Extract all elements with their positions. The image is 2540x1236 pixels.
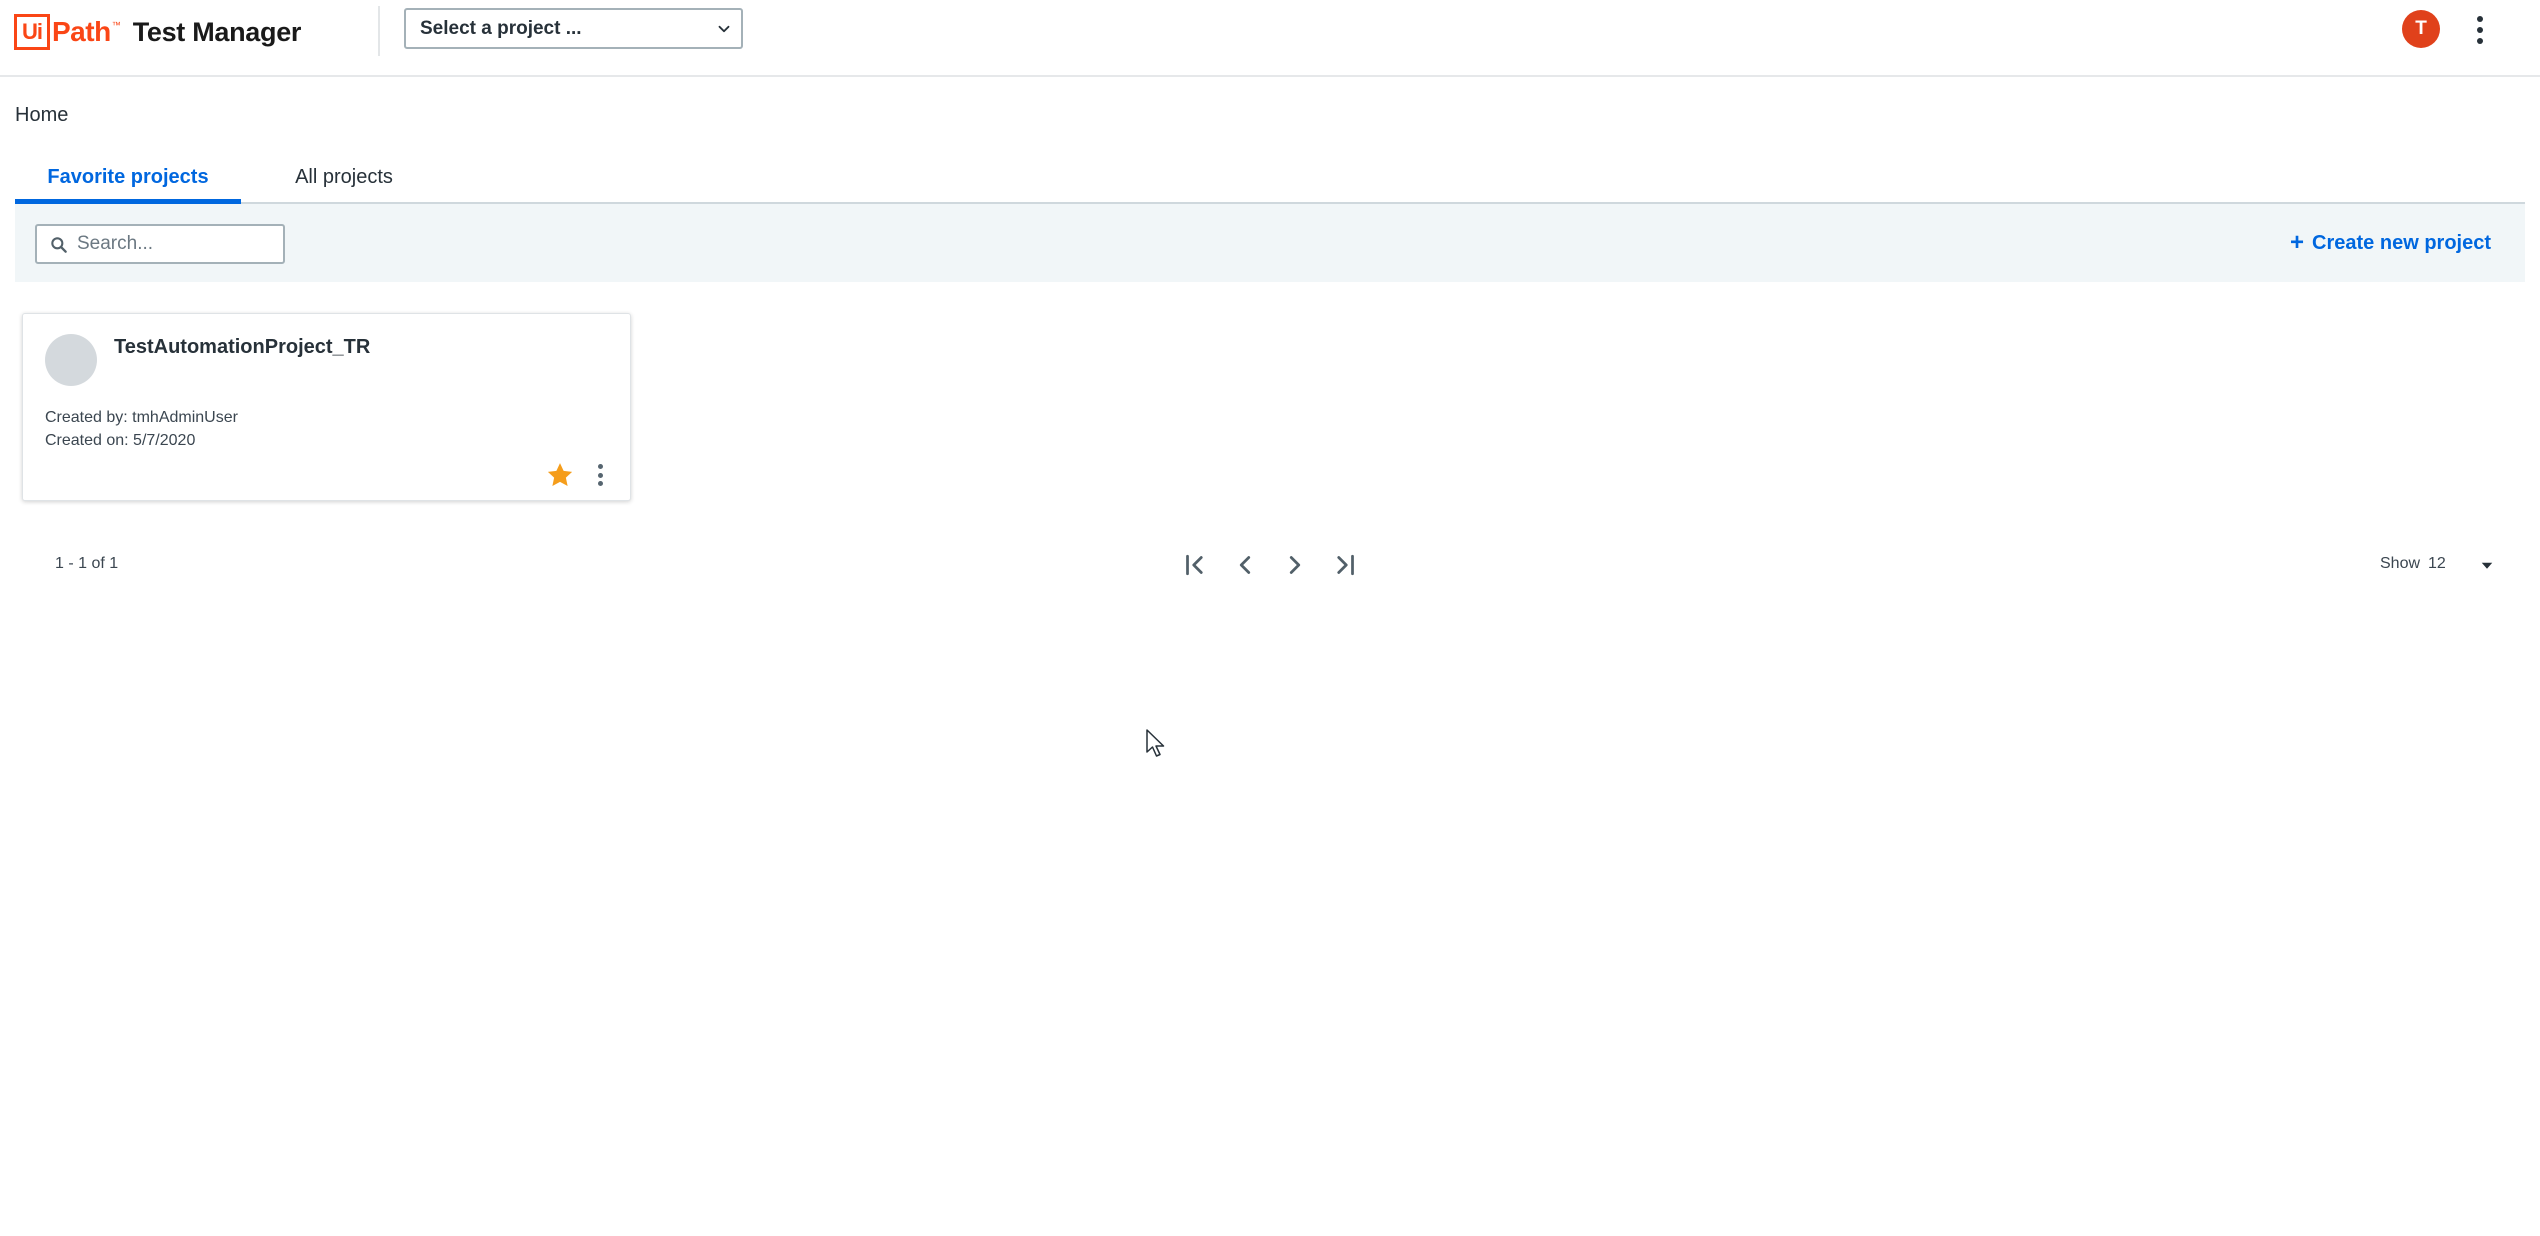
project-created-on: Created on: 5/7/2020 bbox=[45, 432, 196, 449]
project-name[interactable]: TestAutomationProject_TR bbox=[114, 336, 370, 359]
create-new-project-label: Create new project bbox=[2312, 231, 2491, 254]
project-avatar bbox=[45, 334, 97, 386]
logo-path-text: Path bbox=[52, 16, 111, 47]
project-tabs: Favorite projects All projects bbox=[15, 160, 2525, 204]
page-size-label: Show bbox=[2380, 555, 2421, 572]
more-vert-icon[interactable] bbox=[2470, 16, 2490, 44]
header-divider bbox=[378, 6, 380, 56]
last-page-icon[interactable] bbox=[1330, 550, 1360, 580]
search-box[interactable] bbox=[35, 224, 285, 264]
uipath-logo[interactable]: Ui Path ™ Test Manager bbox=[14, 14, 301, 50]
project-select-placeholder: Select a project ... bbox=[420, 17, 582, 39]
tab-favorite-projects[interactable]: Favorite projects bbox=[15, 160, 241, 204]
more-vert-icon[interactable] bbox=[590, 464, 610, 486]
project-select[interactable]: Select a project ... bbox=[404, 8, 743, 49]
app-header: Ui Path ™ Test Manager Select a project … bbox=[0, 0, 2540, 77]
plus-icon: + bbox=[2290, 229, 2305, 256]
project-card[interactable]: TestAutomationProject_TR Created by: tmh… bbox=[22, 313, 631, 501]
logo-mark: Ui bbox=[14, 14, 50, 50]
breadcrumb[interactable]: Home bbox=[15, 104, 68, 127]
page-size-value[interactable]: 12 bbox=[2428, 555, 2446, 573]
pagination-range: 1 - 1 of 1 bbox=[55, 555, 119, 572]
user-avatar[interactable]: T bbox=[2402, 10, 2440, 48]
logo-trademark: ™ bbox=[111, 20, 121, 30]
caret-down-icon[interactable] bbox=[2478, 556, 2496, 574]
product-name: Test Manager bbox=[132, 16, 302, 47]
star-icon[interactable] bbox=[545, 460, 575, 490]
prev-page-icon[interactable] bbox=[1230, 550, 1260, 580]
next-page-icon[interactable] bbox=[1280, 550, 1310, 580]
tab-all-projects[interactable]: All projects bbox=[241, 160, 447, 204]
chevron-down-icon bbox=[718, 25, 730, 33]
search-icon bbox=[51, 237, 67, 253]
project-created-by: Created by: tmhAdminUser bbox=[45, 409, 238, 426]
project-toolbar: + Create new project bbox=[15, 204, 2525, 282]
create-new-project-button[interactable]: + Create new project bbox=[2290, 228, 2491, 258]
search-input[interactable] bbox=[77, 233, 277, 255]
mouse-cursor-icon bbox=[1146, 729, 1165, 757]
first-page-icon[interactable] bbox=[1180, 550, 1210, 580]
